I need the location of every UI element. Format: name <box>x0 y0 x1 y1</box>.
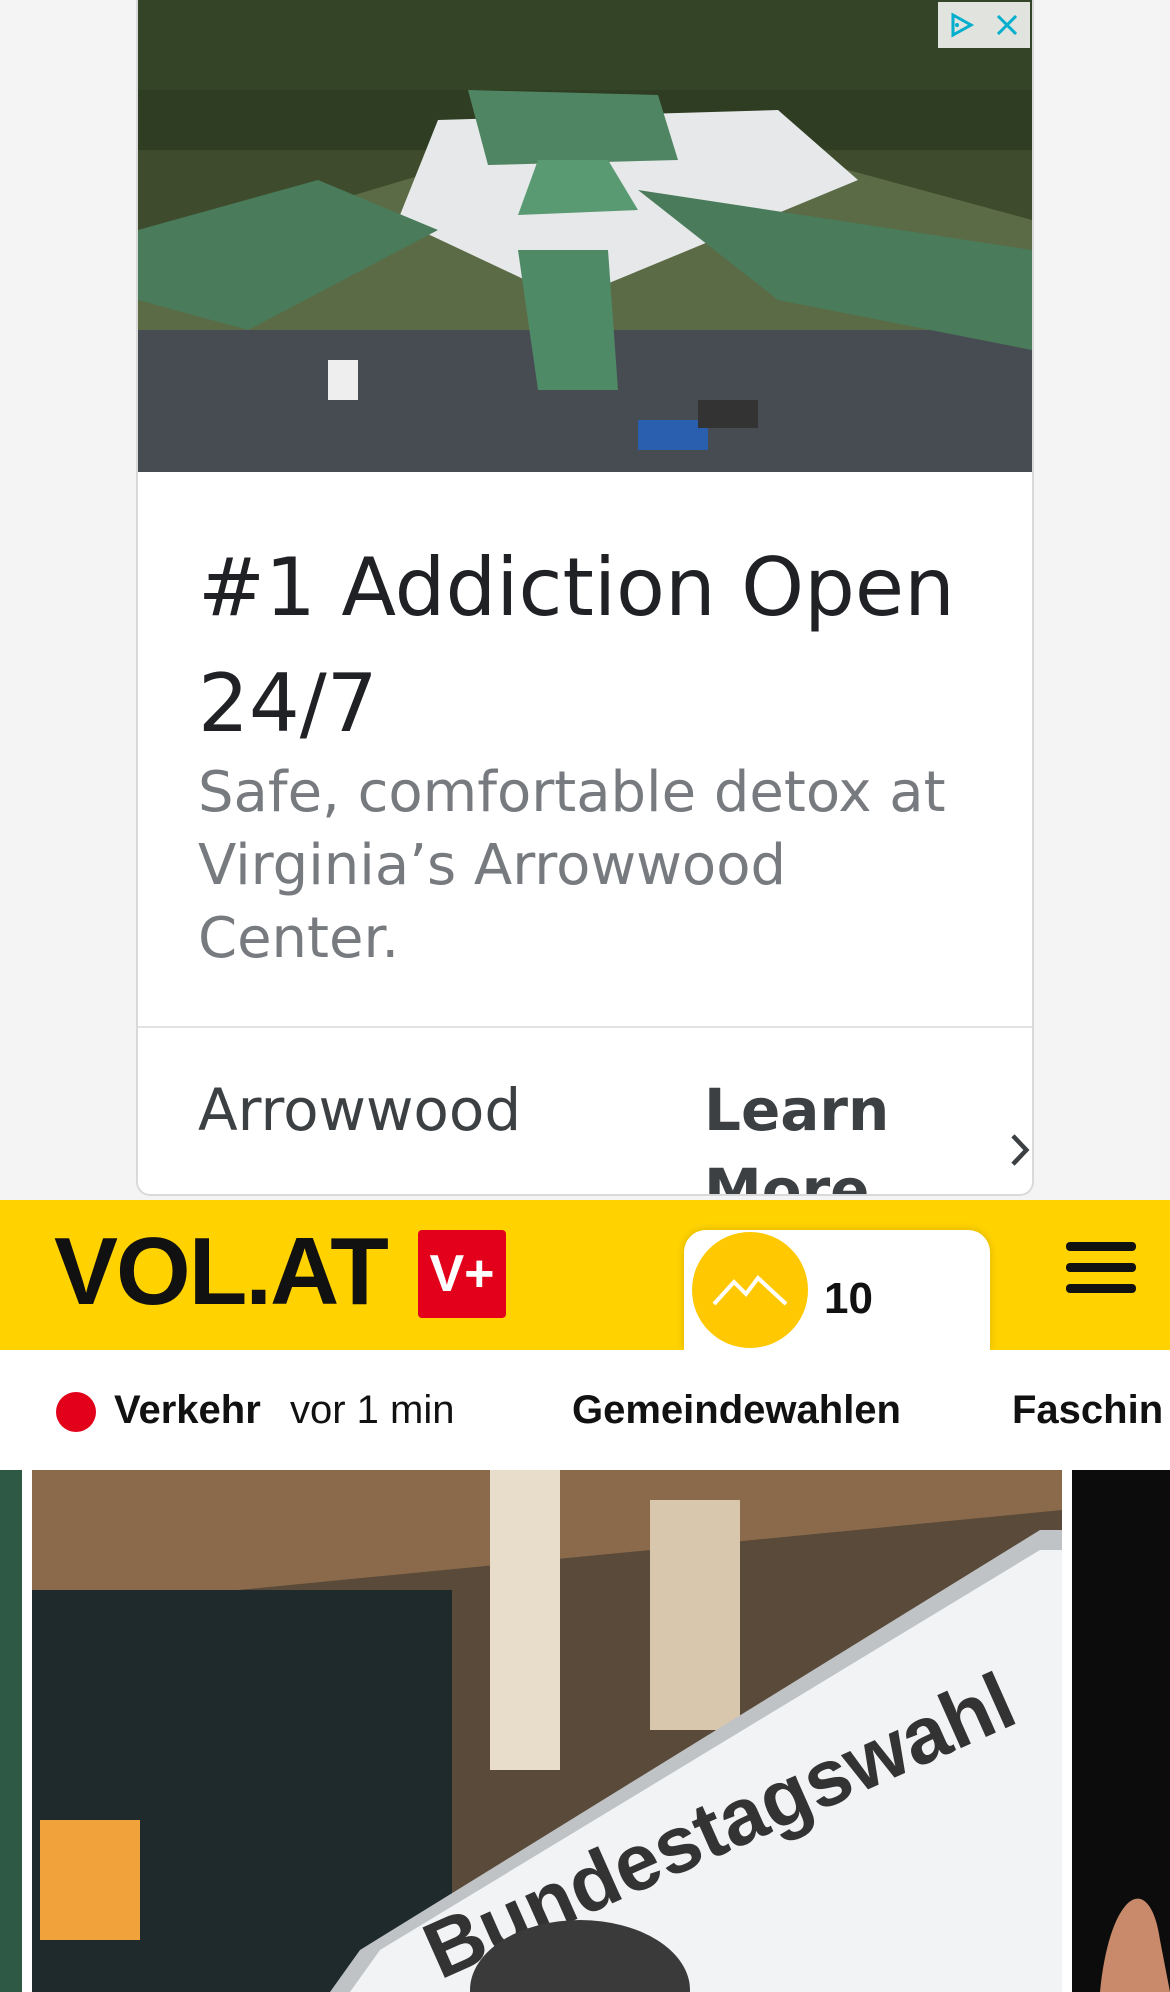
weather-widget[interactable]: 10 <box>684 1230 990 1350</box>
learn-more-label: Learn More <box>704 1076 890 1196</box>
adchoices-icon[interactable] <box>938 2 984 48</box>
ticker-time: vor 1 min <box>290 1388 455 1432</box>
weather-temperature: 10 <box>824 1274 873 1323</box>
vplus-badge[interactable]: V+ <box>418 1230 506 1318</box>
chevron-right-icon <box>1010 1134 1030 1166</box>
ticker-item-gemeindewahlen[interactable]: Gemeindewahlen <box>572 1388 901 1433</box>
site-logo[interactable]: VOL.AT <box>54 1222 389 1322</box>
ad-divider <box>138 1026 1032 1028</box>
learn-more-button[interactable]: Learn More <box>704 1070 1032 1196</box>
ad-card[interactable]: #1 Addiction Open 24/7 Safe, comfortable… <box>136 0 1034 1196</box>
hero-carousel[interactable]: Bundestagswahl <box>0 1470 1170 1992</box>
ticker-item-fasching[interactable]: Faschin <box>1012 1388 1163 1433</box>
news-ticker: Verkehr vor 1 min Gemeindewahlen Faschin <box>0 1350 1170 1470</box>
ad-advertiser[interactable]: Arrowwood <box>198 1070 521 1150</box>
ad-image-illustration <box>138 0 1032 472</box>
menu-icon[interactable] <box>1066 1242 1136 1302</box>
ad-image[interactable] <box>138 0 1032 472</box>
close-ad-icon[interactable] <box>984 2 1030 48</box>
live-dot-icon <box>56 1392 96 1432</box>
ad-title[interactable]: #1 Addiction Open 24/7 <box>198 530 988 762</box>
ad-description: Safe, comfortable detox at Virginia’s Ar… <box>198 760 946 971</box>
hero-image: Bundestagswahl <box>0 1470 1170 1992</box>
ticker-item-verkehr[interactable]: Verkehr <box>114 1388 261 1433</box>
sun-mountain-icon <box>692 1232 808 1348</box>
site-header: VOL.AT V+ 10 <box>0 1200 1170 1350</box>
